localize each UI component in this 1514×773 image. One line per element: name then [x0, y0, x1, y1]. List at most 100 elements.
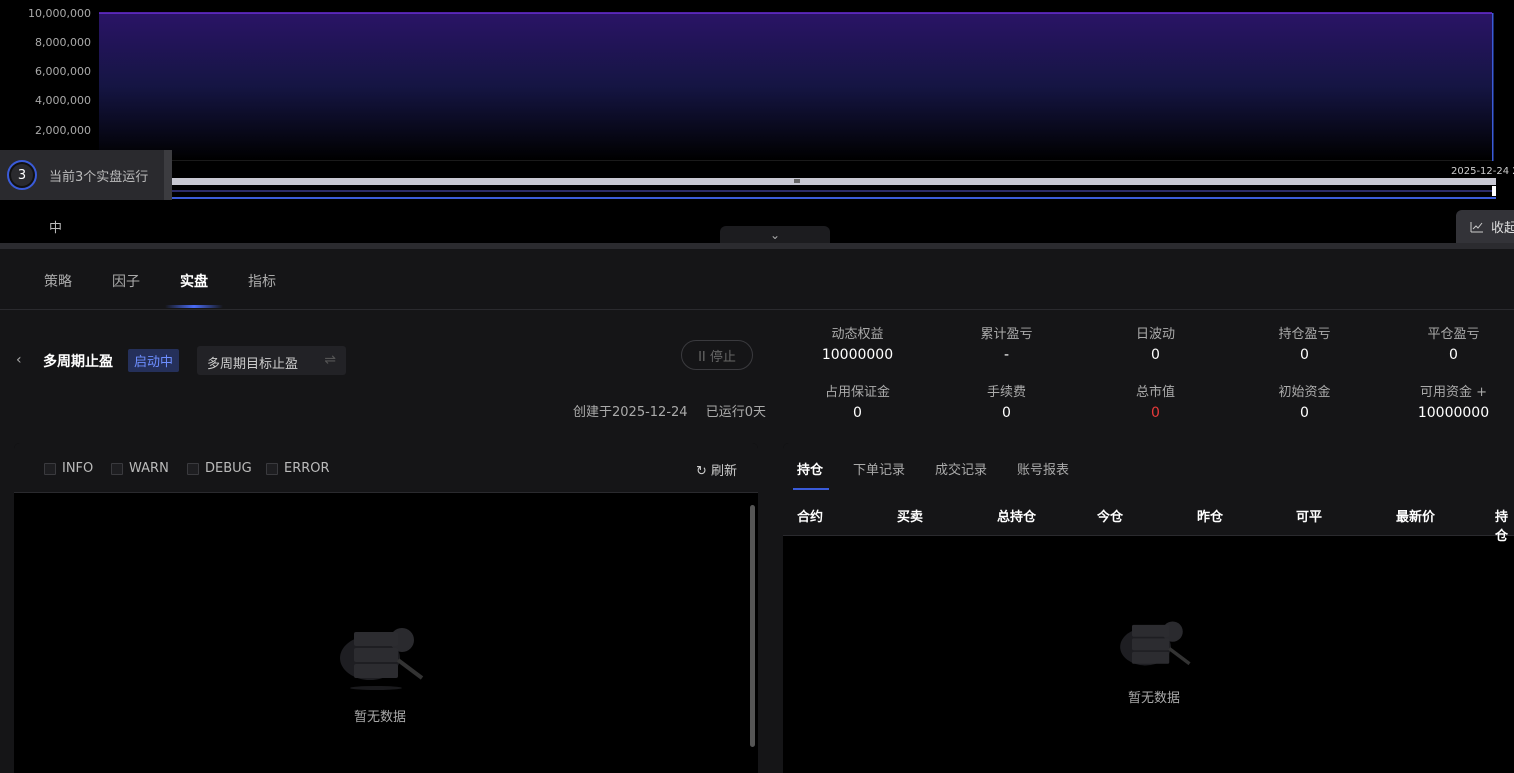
col-last-price[interactable]: 最新价 — [1396, 506, 1435, 525]
chart-canvas — [99, 12, 1494, 161]
stat-item: 平仓盈亏 0 — [1379, 323, 1514, 363]
checkbox-icon[interactable] — [187, 462, 199, 475]
stat-value: 0 — [1002, 405, 1011, 421]
stat-item: 手续费 0 — [932, 381, 1081, 421]
log-toolbar: INFO WARN DEBUG ERROR ↻ 刷新 — [14, 443, 758, 493]
refresh-button[interactable]: ↻ 刷新 — [696, 460, 737, 479]
chart-icon — [1470, 221, 1483, 232]
positions-panel: 持仓 下单记录 成交记录 账号报表 合约 买卖 总持仓 今仓 昨仓 可平 最新价… — [783, 443, 1514, 773]
filter-info-label: INFO — [62, 461, 94, 476]
checkbox-icon[interactable] — [44, 462, 56, 475]
stat-value: 0 — [1300, 405, 1309, 421]
stat-item: 占用保证金 0 — [783, 381, 932, 421]
created-date: 创建于2025-12-24 — [573, 405, 688, 420]
stat-label[interactable]: 可用资金 + — [1379, 381, 1514, 400]
tab-trades[interactable]: 成交记录 — [935, 459, 987, 478]
empty-database-icon — [340, 628, 424, 690]
filter-info[interactable]: INFO — [44, 461, 93, 476]
chart-collapse-toggle[interactable]: ⌄ — [720, 226, 830, 243]
positions-empty-text: 暂无数据 — [1127, 691, 1180, 706]
stat-item: 可用资金 + 10000000 — [1379, 381, 1514, 421]
filter-debug[interactable]: DEBUG — [187, 461, 252, 476]
slider-right-handle[interactable] — [1492, 186, 1496, 196]
stat-value: 0 — [853, 405, 862, 421]
col-total-position[interactable]: 总持仓 — [997, 506, 1036, 525]
col-closable[interactable]: 可平 — [1296, 506, 1322, 525]
stat-item: 日波动 0 — [1081, 323, 1230, 363]
col-contract[interactable]: 合约 — [797, 506, 823, 525]
log-scrollbar[interactable] — [750, 505, 755, 747]
stat-value: 0 — [1449, 347, 1458, 363]
created-info: 创建于2025-12-24 已运行0天 — [573, 401, 766, 420]
filter-warn[interactable]: WARN — [111, 461, 169, 476]
checkbox-icon[interactable] — [266, 462, 278, 475]
running-days: 已运行0天 — [705, 405, 766, 420]
tab-factor[interactable]: 因子 — [112, 271, 140, 291]
col-side[interactable]: 买卖 — [897, 506, 923, 525]
running-count-icon: 3 — [7, 160, 37, 190]
back-icon[interactable]: ‹ — [16, 352, 22, 368]
fold-button[interactable]: 收起 — [1456, 210, 1514, 243]
x-axis-date-label: 2025-12-24 2 — [1451, 166, 1514, 177]
stat-label: 持仓盈亏 — [1278, 327, 1331, 342]
stat-label: 占用保证金 — [824, 385, 890, 400]
stat-item: 初始资金 0 — [1230, 381, 1379, 421]
filter-debug-label: DEBUG — [205, 461, 252, 476]
tab-strategy[interactable]: 策略 — [44, 271, 72, 291]
stat-label: 手续费 — [986, 385, 1026, 400]
stat-value: 0 — [1151, 405, 1160, 421]
selector-value: 多周期目标止盈 — [207, 357, 299, 372]
positions-tabs: 持仓 下单记录 成交记录 账号报表 — [783, 443, 1514, 491]
y-tick-label: 8,000,000 — [35, 36, 91, 49]
stat-label: 日波动 — [1135, 327, 1175, 342]
stat-item: 持仓盈亏 0 — [1230, 323, 1379, 363]
equity-chart: 10,000,000 8,000,000 6,000,000 4,000,000 2,0… — [0, 0, 1514, 243]
col-position-pnl[interactable]: 持仓 — [1495, 506, 1514, 544]
tab-live[interactable]: 实盘 — [180, 271, 208, 291]
col-today-position[interactable]: 今仓 — [1097, 506, 1123, 525]
y-tick-label: 6,000,000 — [35, 65, 91, 78]
main-panel: 策略 因子 实盘 指标 ‹ 多周期止盈 启动中 多周期目标止盈 ⇌ II 停止 … — [0, 249, 1514, 773]
stat-item: 累计盈亏 - — [932, 323, 1081, 363]
swap-icon[interactable]: ⇌ — [324, 352, 336, 368]
slider-bar[interactable] — [172, 178, 1496, 185]
stop-label: II 停止 — [698, 349, 736, 365]
slider-grip-icon[interactable] — [794, 179, 800, 183]
checkbox-icon[interactable] — [111, 462, 123, 475]
tab-positions[interactable]: 持仓 — [797, 459, 823, 478]
time-range-slider[interactable] — [172, 178, 1496, 200]
status-badge: 启动中 — [128, 349, 180, 372]
stop-button[interactable]: II 停止 — [681, 340, 753, 370]
tab-orders[interactable]: 下单记录 — [853, 459, 905, 478]
chevron-down-icon: ⌄ — [769, 228, 781, 242]
account-stats: 动态权益 10000000 累计盈亏 - 日波动 0 持仓盈亏 0 平仓盈亏 0 占用保证金 0 手续费… — [783, 323, 1514, 439]
stat-label: 初始资金 — [1278, 385, 1331, 400]
stat-label: 累计盈亏 — [980, 327, 1033, 342]
stat-item: 动态权益 10000000 — [783, 323, 932, 363]
tab-account-report[interactable]: 账号报表 — [1017, 459, 1069, 478]
y-tick-label: 10,000,000 — [28, 7, 91, 20]
running-instances-badge[interactable]: 3 当前3个实盘运行 — [0, 150, 172, 200]
stat-value: - — [1003, 347, 1010, 363]
period-label: 中 — [49, 221, 63, 236]
strategy-name: 多周期止盈 — [43, 354, 113, 370]
filter-error[interactable]: ERROR — [266, 461, 330, 476]
tab-indicator[interactable]: 指标 — [248, 271, 276, 291]
active-subtab-indicator — [793, 488, 829, 490]
stat-label: 总市值 — [1135, 385, 1175, 400]
badge-collapse-handle[interactable] — [164, 150, 172, 200]
strategy-selector[interactable]: 多周期目标止盈 ⇌ — [197, 346, 346, 375]
filter-error-label: ERROR — [284, 461, 330, 476]
stat-value: 0 — [1300, 347, 1309, 363]
stat-item: 总市值 0 — [1081, 381, 1230, 421]
filter-warn-label: WARN — [129, 461, 169, 476]
y-tick-label: 2,000,000 — [35, 124, 91, 137]
main-tabs: 策略 因子 实盘 指标 — [0, 249, 1514, 310]
strategy-header: ‹ 多周期止盈 启动中 多周期目标止盈 ⇌ II 停止 创建于2025-12-2… — [0, 310, 770, 440]
col-yesterday-position[interactable]: 昨仓 — [1197, 506, 1223, 525]
stat-value: 10000000 — [1417, 405, 1490, 421]
log-panel: INFO WARN DEBUG ERROR ↻ 刷新 暂无数据 — [14, 443, 758, 773]
running-text: 当前3个实盘运行 — [49, 169, 149, 185]
positions-table-header: 合约 买卖 总持仓 今仓 昨仓 可平 最新价 持仓 — [783, 491, 1514, 544]
y-tick-label: 4,000,000 — [35, 94, 91, 107]
